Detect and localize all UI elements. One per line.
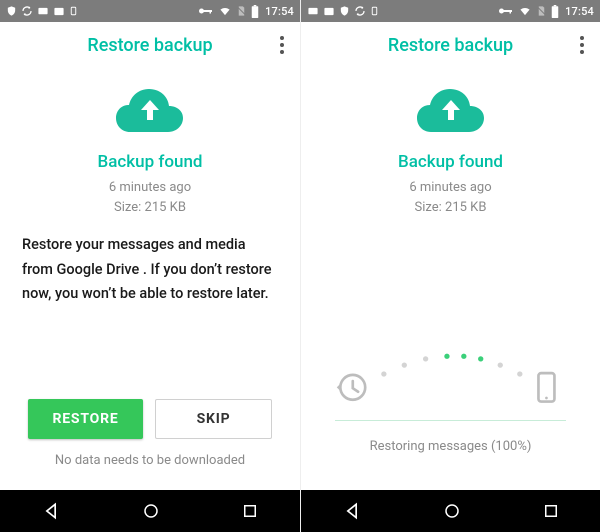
statusbar: 17:54 <box>301 0 600 22</box>
wifi-icon <box>218 6 232 17</box>
overflow-menu-icon[interactable] <box>574 22 590 68</box>
nav-back-icon[interactable] <box>342 501 362 521</box>
app-bar: Restore backup <box>0 22 300 68</box>
backup-meta: 6 minutes ago Size: 215 KB <box>109 178 191 217</box>
app-bar-title: Restore backup <box>388 35 513 56</box>
backup-heading: Backup found <box>97 152 202 172</box>
backup-age: 6 minutes ago <box>409 178 491 198</box>
battery-icon <box>551 5 559 18</box>
progress-animation <box>335 334 566 414</box>
device-icon <box>370 5 379 17</box>
backup-heading: Backup found <box>398 152 503 172</box>
shield-icon <box>339 5 350 17</box>
backup-size: Size: 215 KB <box>109 198 191 218</box>
image-icon <box>323 6 335 17</box>
content: Backup found 6 minutes ago Size: 215 KB <box>301 68 600 490</box>
nav-recent-icon[interactable] <box>241 502 259 520</box>
progress-label: Restoring messages (100%) <box>335 439 566 454</box>
nav-back-icon[interactable] <box>41 501 61 521</box>
app-bar-title: Restore backup <box>87 35 212 56</box>
wifi-icon <box>518 6 532 17</box>
nav-bar <box>0 490 300 532</box>
content: Backup found 6 minutes ago Size: 215 KB … <box>0 68 300 490</box>
vpn-key-icon <box>498 6 514 16</box>
phone-left: 17:54 Restore backup Backup found 6 minu… <box>0 0 300 532</box>
vpn-key-icon <box>198 6 214 16</box>
sync-icon <box>354 5 366 17</box>
progress-divider <box>335 420 566 421</box>
nav-home-icon[interactable] <box>443 502 461 520</box>
no-sim-icon <box>536 5 547 17</box>
nav-recent-icon[interactable] <box>542 502 560 520</box>
footnote: No data needs to be downloaded <box>55 453 245 468</box>
cloud-upload-icon <box>115 86 185 138</box>
clock: 17:54 <box>265 5 294 18</box>
shield-icon <box>6 5 17 17</box>
image-icon <box>53 6 65 17</box>
backup-meta: 6 minutes ago Size: 215 KB <box>409 178 491 217</box>
skip-button[interactable]: SKIP <box>155 399 272 439</box>
backup-age: 6 minutes ago <box>109 178 191 198</box>
sync-icon <box>21 5 33 17</box>
cloud-upload-icon <box>416 86 486 138</box>
restore-button[interactable]: RESTORE <box>28 399 143 439</box>
chat-icon <box>37 6 49 17</box>
overflow-menu-icon[interactable] <box>274 22 290 68</box>
device-icon <box>69 5 78 17</box>
chat-icon <box>307 6 319 17</box>
backup-size: Size: 215 KB <box>409 198 491 218</box>
progress-area: Restoring messages (100%) <box>321 334 580 476</box>
clock: 17:54 <box>565 5 594 18</box>
battery-icon <box>251 5 259 18</box>
nav-home-icon[interactable] <box>142 502 160 520</box>
statusbar: 17:54 <box>0 0 300 22</box>
phone-right: 17:54 Restore backup Backup found 6 minu… <box>300 0 600 532</box>
nav-bar <box>301 490 600 532</box>
restore-description: Restore your messages and media from Goo… <box>20 233 280 307</box>
no-sim-icon <box>236 5 247 17</box>
app-bar: Restore backup <box>301 22 600 68</box>
button-row: RESTORE SKIP <box>20 399 280 439</box>
